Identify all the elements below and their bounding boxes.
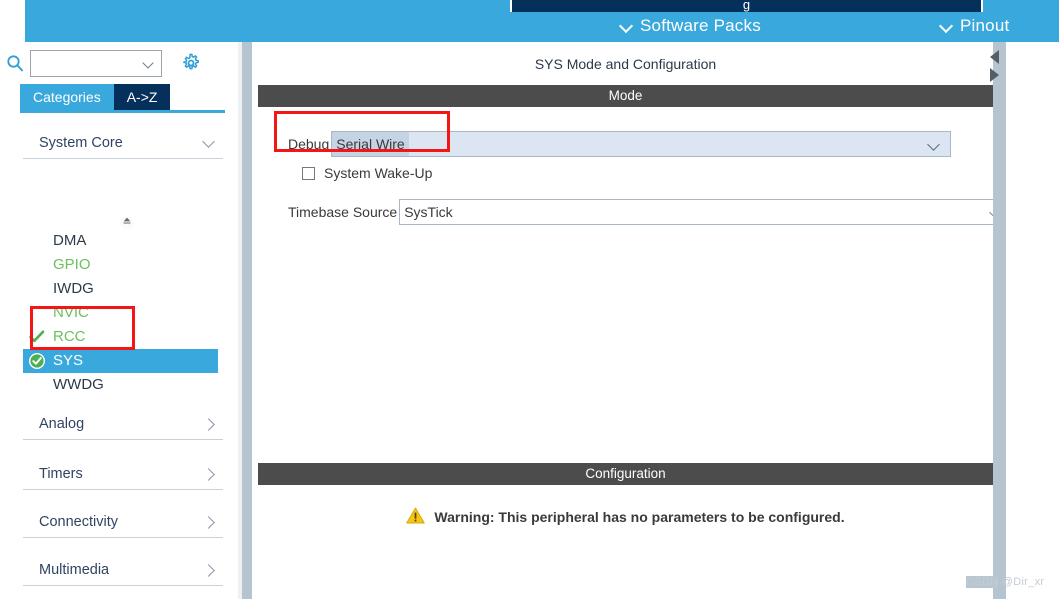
- system-wake-up-label: System Wake-Up: [324, 165, 433, 181]
- peripheral-item-rcc-label: RCC: [53, 328, 86, 345]
- sidebar-category-connectivity[interactable]: Connectivity: [23, 507, 223, 538]
- peripheral-list: DMA GPIO IWDG NVIC RCC SYS WWDG: [23, 229, 218, 397]
- main-content: SYS Mode and Configuration Mode Debug Se…: [252, 42, 1059, 599]
- watermark-prefix: CSDN: [966, 576, 999, 588]
- chevron-right-icon: [201, 467, 217, 481]
- right-margin: [1006, 42, 1059, 599]
- watermark: CSDN @Dir_xr: [966, 576, 1044, 588]
- debug-row: Debug Serial Wire: [288, 131, 952, 157]
- peripheral-item-rcc[interactable]: RCC: [23, 325, 218, 349]
- tab-categories[interactable]: Categories: [20, 84, 114, 110]
- sidebar-category-timers-label: Timers: [39, 466, 83, 482]
- sidebar-category-connectivity-label: Connectivity: [39, 514, 118, 530]
- header-active-tab-partial[interactable]: g: [510, 0, 983, 12]
- peripheral-item-sys-label: SYS: [53, 352, 84, 369]
- arrow-right-icon: [990, 68, 999, 82]
- chevron-down-icon: [201, 138, 217, 148]
- panel-collapse-toggle[interactable]: [988, 46, 1001, 90]
- search-input[interactable]: [31, 50, 143, 76]
- search-box[interactable]: [30, 49, 162, 77]
- peripheral-item-gpio[interactable]: GPIO: [23, 253, 218, 277]
- header-menu-software-packs-label: Software Packs: [640, 16, 761, 35]
- configuration-panel: Warning: This peripheral has no paramete…: [258, 485, 993, 599]
- header-menu-pinout[interactable]: Pinout: [940, 16, 1009, 36]
- debug-label: Debug: [288, 136, 330, 152]
- gear-icon[interactable]: [180, 52, 202, 74]
- chevron-down-icon: [940, 20, 952, 32]
- sidebar-category-system-core-label: System Core: [39, 135, 123, 151]
- peripheral-item-dma-label: DMA: [53, 232, 87, 249]
- header-active-tab-label: g: [742, 0, 751, 12]
- header-menu-software-packs[interactable]: Software Packs: [620, 16, 761, 36]
- peripheral-item-nvic-label: NVIC: [53, 304, 89, 321]
- app-header-band: g: [25, 0, 1059, 42]
- green-check-circle-icon: [23, 352, 51, 370]
- peripheral-item-wwdg[interactable]: WWDG: [23, 373, 218, 397]
- configuration-warning-text: Warning: This peripheral has no paramete…: [434, 509, 845, 525]
- peripheral-item-nvic[interactable]: NVIC: [23, 301, 218, 325]
- sidebar-splitter-handle[interactable]: [242, 42, 252, 599]
- timebase-source-label: Timebase Source: [288, 204, 398, 220]
- peripheral-sidebar: Categories A->Z System Core DMA GPIO IWD…: [0, 42, 242, 599]
- main-vertical-scrollbar[interactable]: [993, 42, 1006, 599]
- chevron-down-icon[interactable]: [143, 60, 154, 68]
- panel-gap-strip: [252, 449, 993, 460]
- timebase-source-dropdown[interactable]: SysTick: [399, 199, 1014, 225]
- sidebar-tabs: Categories A->Z: [20, 84, 171, 110]
- sidebar-category-system-core[interactable]: System Core: [23, 128, 223, 159]
- chevron-right-icon: [201, 417, 217, 431]
- timebase-source-dropdown-value: SysTick: [404, 204, 453, 220]
- header-menu-pinout-label: Pinout: [960, 16, 1010, 35]
- warning-triangle-icon: [406, 507, 426, 527]
- peripheral-item-wwdg-label: WWDG: [53, 376, 104, 393]
- sidebar-tabs-underline: [20, 110, 225, 113]
- system-wake-up-checkbox[interactable]: [302, 166, 315, 180]
- chevron-right-icon: [201, 515, 217, 529]
- watermark-suffix: @Dir_xr: [998, 576, 1045, 588]
- configuration-section-header: Configuration: [258, 463, 993, 485]
- sidebar-search-row: [0, 46, 242, 80]
- search-icon: [0, 54, 30, 72]
- peripheral-item-iwdg[interactable]: IWDG: [23, 277, 218, 301]
- system-wake-up-row: System Wake-Up: [302, 165, 432, 181]
- sidebar-category-analog-label: Analog: [39, 416, 85, 432]
- debug-dropdown[interactable]: Serial Wire: [331, 131, 952, 157]
- debug-dropdown-value: Serial Wire: [332, 132, 409, 156]
- timebase-source-row: Timebase Source SysTick: [288, 199, 1014, 225]
- sidebar-category-multimedia[interactable]: Multimedia: [23, 555, 223, 586]
- peripheral-item-dma[interactable]: DMA: [23, 229, 218, 253]
- scroll-up-indicator-icon[interactable]: [119, 214, 135, 230]
- peripheral-item-sys[interactable]: SYS: [23, 349, 218, 373]
- sidebar-category-timers[interactable]: Timers: [23, 459, 223, 490]
- green-check-icon: [23, 330, 51, 344]
- mode-section-header: Mode: [258, 85, 993, 107]
- sidebar-category-analog[interactable]: Analog: [23, 409, 223, 440]
- tab-a-to-z[interactable]: A->Z: [113, 84, 171, 110]
- peripheral-item-gpio-label: GPIO: [53, 256, 91, 273]
- page-title: SYS Mode and Configuration: [534, 56, 717, 72]
- arrow-left-icon: [990, 50, 999, 64]
- chevron-right-icon: [201, 563, 217, 577]
- mode-panel: Debug Serial Wire System Wake-Up Timebas…: [258, 107, 1014, 447]
- peripheral-item-iwdg-label: IWDG: [53, 280, 94, 297]
- sidebar-category-multimedia-label: Multimedia: [39, 562, 110, 578]
- configuration-warning: Warning: This peripheral has no paramete…: [258, 507, 993, 527]
- chevron-down-icon: [928, 141, 940, 150]
- chevron-down-icon: [620, 20, 632, 32]
